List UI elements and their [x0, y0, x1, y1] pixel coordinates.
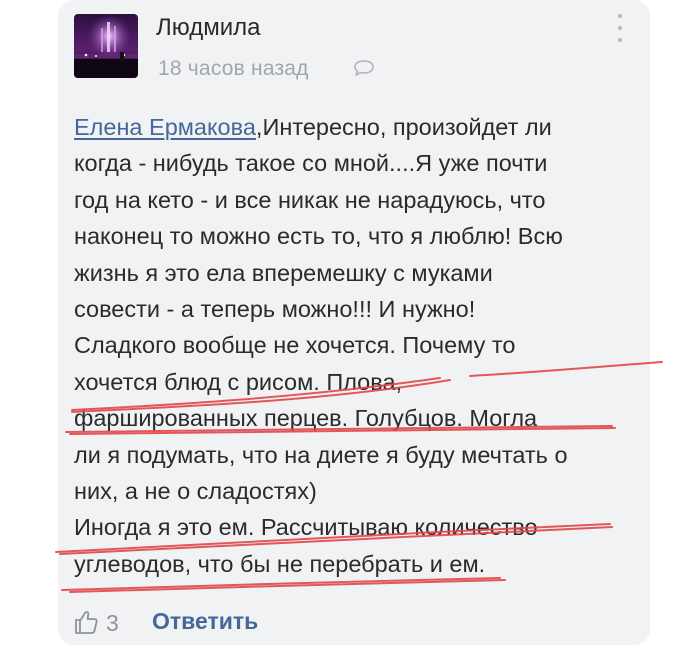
- timestamp: 18 часов назад: [158, 57, 309, 80]
- like-count: 3: [106, 610, 119, 636]
- comment-body: ,Интересно, произойдет ли когда - нибудь…: [74, 114, 568, 577]
- mention-link[interactable]: Елена Ермакова: [74, 114, 256, 140]
- avatar[interactable]: [74, 14, 138, 78]
- reply-button[interactable]: Ответить: [152, 608, 258, 635]
- thumbs-up-icon[interactable]: [72, 608, 100, 636]
- more-vertical-icon[interactable]: [612, 14, 628, 48]
- author-name[interactable]: Людмила: [156, 14, 260, 42]
- comment-bubble-icon[interactable]: [352, 58, 376, 80]
- comment-text: Елена Ермакова,Интересно, произойдет ли …: [74, 109, 644, 582]
